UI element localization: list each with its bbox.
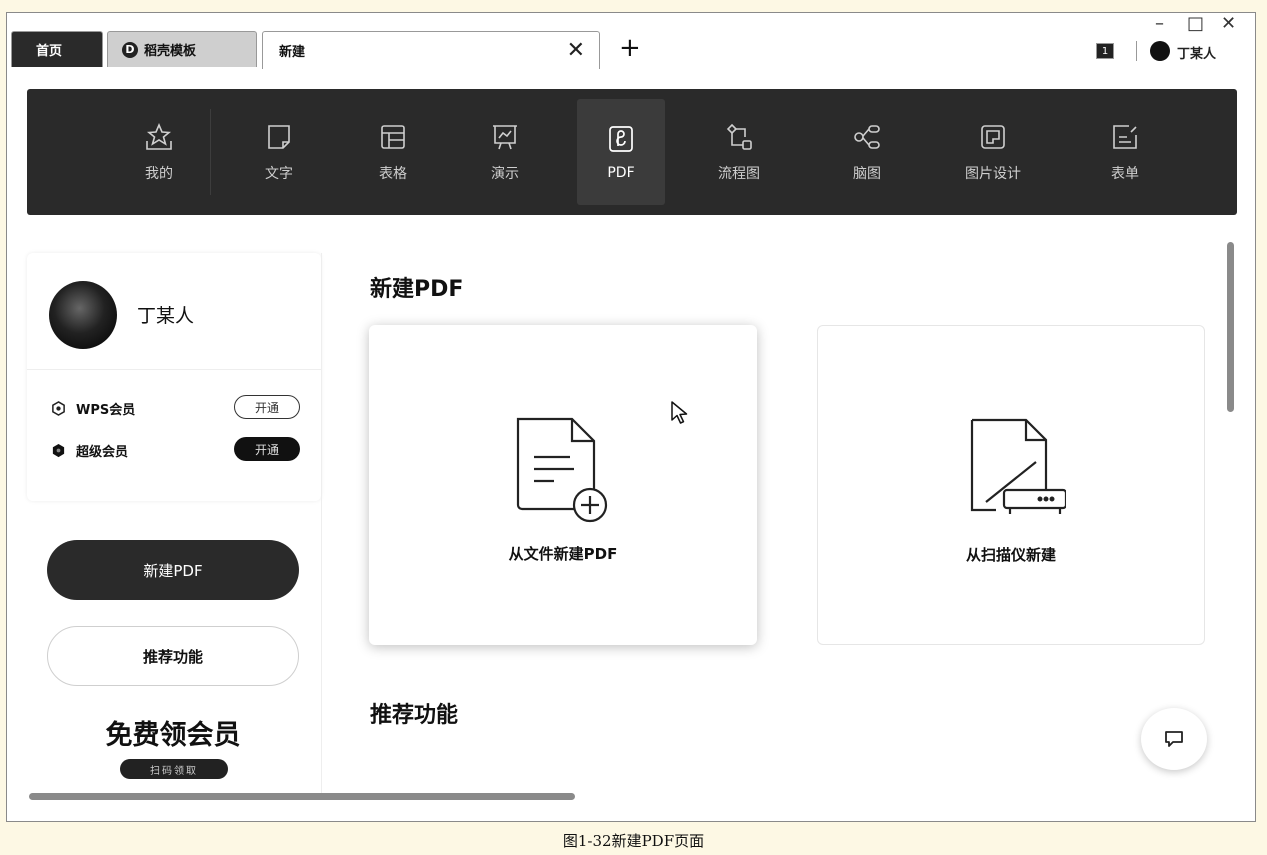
- new-from-file-card[interactable]: 从文件新建PDF: [369, 325, 757, 645]
- recommend-features-button[interactable]: 推荐功能: [47, 626, 299, 686]
- new-from-scanner-card[interactable]: 从扫描仪新建: [817, 325, 1205, 645]
- docer-logo-icon: D: [122, 41, 138, 58]
- user-avatar-small[interactable]: [1150, 41, 1170, 61]
- scanner-icon: [970, 418, 1066, 514]
- nav-label: 脑图: [853, 166, 881, 182]
- maximize-button[interactable]: □: [1187, 13, 1204, 34]
- profile-name: 丁某人: [137, 305, 195, 327]
- horizontal-scrollbar[interactable]: [29, 793, 575, 800]
- super-member-row: 超级会员: [51, 441, 128, 460]
- chat-bubble-icon: [1165, 731, 1183, 747]
- nav-label: 演示: [491, 166, 519, 182]
- presentation-icon: [493, 125, 517, 150]
- nav-label: 流程图: [718, 166, 760, 182]
- wps-member-icon: [52, 401, 65, 416]
- add-tab-button[interactable]: +: [619, 33, 641, 63]
- section-title-recommend: 推荐功能: [370, 703, 459, 728]
- new-file-icon: [516, 417, 608, 523]
- profile-card: 丁某人 WPS会员 开通 超级会员 开通: [27, 253, 321, 501]
- nav-label: 文字: [265, 166, 293, 182]
- nav-label: 表格: [379, 166, 407, 182]
- tab-new[interactable]: 新建 ✕: [262, 31, 600, 69]
- nav-divider: [210, 109, 211, 195]
- close-tab-icon[interactable]: ✕: [567, 38, 585, 63]
- title-bar: 首页 D 稻壳模板 新建 ✕ + – □ ✕ 1 丁某人: [7, 13, 1255, 77]
- avatar[interactable]: [49, 281, 117, 349]
- mindmap-icon: [854, 125, 880, 149]
- nav-item-pdf[interactable]: PDF: [577, 99, 665, 205]
- nav-item-mindmap[interactable]: 脑图: [823, 99, 911, 205]
- tab-docer-template[interactable]: D 稻壳模板: [107, 31, 257, 67]
- tab-new-label: 新建: [279, 45, 306, 60]
- app-window: 首页 D 稻壳模板 新建 ✕ + – □ ✕ 1 丁某人 我的 文字 表格 演示…: [6, 12, 1256, 822]
- section-title-new-pdf: 新建PDF: [370, 277, 464, 302]
- left-column-divider: [321, 253, 322, 793]
- nav-item-mine[interactable]: 我的: [115, 99, 203, 205]
- card-label: 从文件新建PDF: [508, 545, 618, 563]
- nav-item-presentation[interactable]: 演示: [461, 99, 549, 205]
- nav-item-spreadsheet[interactable]: 表格: [349, 99, 437, 205]
- tab-home-label: 首页: [36, 44, 63, 59]
- wps-member-row: WPS会员: [51, 399, 135, 418]
- star-icon: [146, 122, 172, 150]
- wps-member-open-button[interactable]: 开通: [234, 395, 300, 419]
- nav-label: 我的: [145, 166, 173, 182]
- app-category-nav: 我的 文字 表格 演示 PDF 流程图 脑图 图片设计 表单: [27, 89, 1237, 215]
- table-icon: [381, 125, 405, 149]
- profile-divider: [27, 369, 321, 370]
- wps-member-label: WPS会员: [76, 403, 136, 418]
- tab-home[interactable]: 首页: [11, 31, 103, 67]
- mouse-cursor-icon: [671, 401, 688, 424]
- notification-badge[interactable]: 1: [1096, 43, 1114, 59]
- new-pdf-button[interactable]: 新建PDF: [47, 540, 299, 600]
- super-member-label: 超级会员: [76, 445, 129, 460]
- close-window-button[interactable]: ✕: [1221, 13, 1236, 34]
- free-membership-promo: 免费领会员: [105, 720, 241, 751]
- image-design-icon: [981, 125, 1005, 149]
- pdf-icon: [609, 126, 633, 152]
- user-name-top[interactable]: 丁某人: [1177, 43, 1216, 62]
- nav-item-flowchart[interactable]: 流程图: [695, 99, 783, 205]
- nav-item-form[interactable]: 表单: [1081, 99, 1169, 205]
- vertical-scrollbar[interactable]: [1227, 242, 1234, 412]
- document-icon: [268, 125, 290, 149]
- nav-label: 图片设计: [965, 166, 1021, 182]
- nav-label: PDF: [607, 165, 635, 181]
- card-label: 从扫描仪新建: [965, 546, 1056, 564]
- form-icon: [1113, 125, 1137, 149]
- super-member-icon: [52, 443, 65, 458]
- titlebar-divider: [1136, 41, 1137, 61]
- nav-item-image-design[interactable]: 图片设计: [949, 99, 1037, 205]
- nav-label: 表单: [1111, 166, 1139, 182]
- tab-template-label: 稻壳模板: [144, 44, 197, 59]
- minimize-button[interactable]: –: [1155, 13, 1164, 34]
- flowchart-icon: [726, 123, 752, 150]
- scan-to-claim-badge[interactable]: 扫码领取: [120, 759, 228, 779]
- feedback-chat-button[interactable]: [1141, 708, 1207, 770]
- nav-item-writer[interactable]: 文字: [235, 99, 323, 205]
- super-member-open-button[interactable]: 开通: [234, 437, 300, 461]
- figure-caption: 图1-32新建PDF页面: [562, 832, 705, 850]
